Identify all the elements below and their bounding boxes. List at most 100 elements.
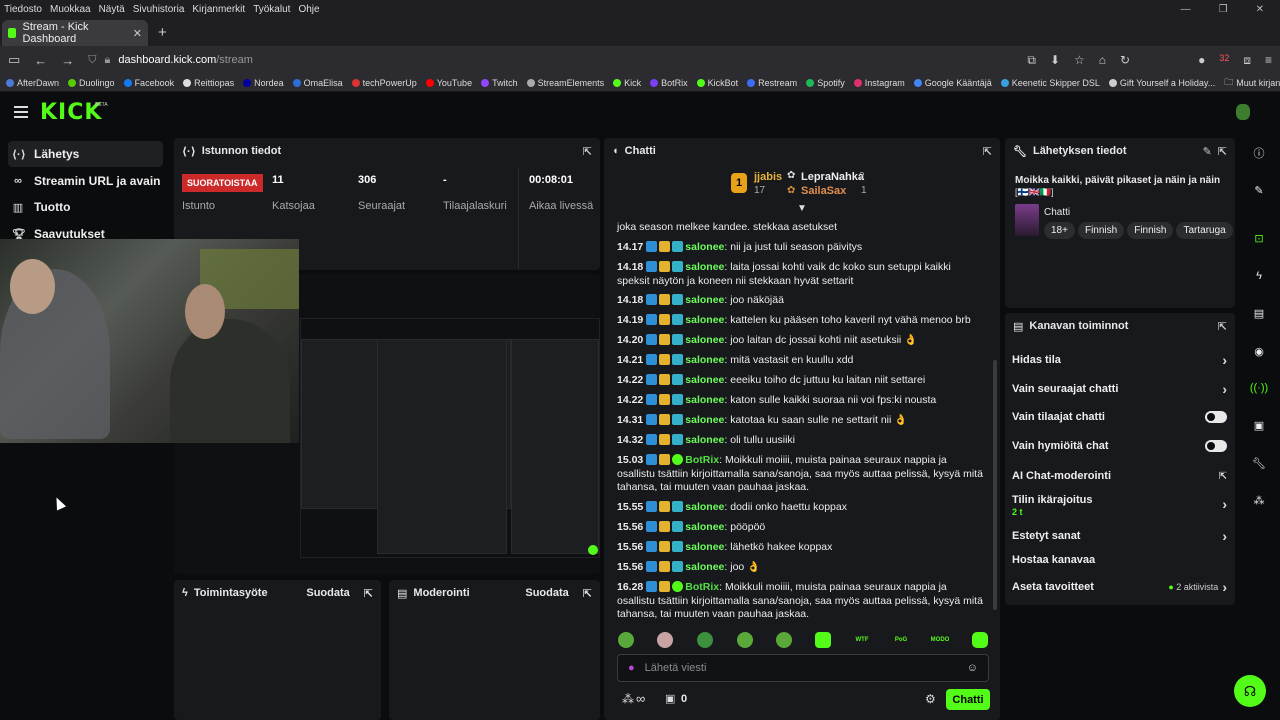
account-icon[interactable]: ● bbox=[1198, 53, 1205, 68]
hamburger-menu-icon[interactable] bbox=[14, 106, 28, 118]
tag-pill[interactable]: 18+ bbox=[1044, 222, 1075, 239]
followers-only-row[interactable]: Vain seuraajat chatti › bbox=[1012, 381, 1227, 397]
bookmark-streamelements[interactable]: StreamElements bbox=[526, 78, 604, 88]
tag-pill[interactable]: Tartaruga bbox=[1176, 222, 1233, 239]
reload-icon[interactable]: ↻ bbox=[1120, 53, 1130, 68]
forward-icon[interactable]: → bbox=[61, 53, 74, 68]
wrench-icon[interactable]: 🔧︎ bbox=[1247, 451, 1271, 475]
share-icon[interactable]: ⁂ bbox=[1247, 488, 1271, 512]
popout-icon[interactable]: ⇱ bbox=[1218, 320, 1227, 333]
ai-moderation-row[interactable]: AI Chat-moderointi ⇱ bbox=[1012, 470, 1227, 482]
send-chat-button[interactable]: Chatti bbox=[946, 689, 990, 710]
extension-badge[interactable]: 32 bbox=[1219, 53, 1229, 68]
bookmark-techpowerup[interactable]: techPowerUp bbox=[351, 78, 417, 88]
close-window-icon[interactable]: ✕ bbox=[1252, 4, 1268, 15]
moderation-filter-button[interactable]: Suodata bbox=[525, 587, 568, 599]
menu-view[interactable]: Näytä bbox=[95, 4, 129, 15]
emote-pepe-icon[interactable] bbox=[737, 632, 753, 648]
emote-modo-icon[interactable]: MODO bbox=[931, 632, 950, 648]
activity-filter-button[interactable]: Suodata bbox=[306, 587, 349, 599]
info-icon[interactable]: ⓘ bbox=[1247, 141, 1271, 165]
menu-bookmarks[interactable]: Kirjanmerkit bbox=[188, 4, 249, 15]
close-tab-icon[interactable]: ✕ bbox=[133, 27, 142, 40]
bookmark-nordea[interactable]: Nordea bbox=[243, 78, 284, 88]
other-bookmarks[interactable]: 🗀Muut kirjanmerkit bbox=[1224, 75, 1280, 91]
bookmark-gift[interactable]: Gift Yourself a Holiday... bbox=[1108, 78, 1215, 88]
bookmark-instagram[interactable]: Instagram bbox=[853, 78, 905, 88]
minimize-icon[interactable]: — bbox=[1177, 4, 1195, 15]
sidebar-item-stream-url[interactable]: ∞ Streamin URL ja avain bbox=[8, 168, 163, 194]
popout-icon[interactable]: ⇱ bbox=[583, 145, 592, 158]
users-icon[interactable]: ⁂ bbox=[622, 692, 634, 706]
broadcast-signal-icon[interactable]: ((·)) bbox=[1247, 376, 1271, 400]
bookmark-spotify[interactable]: Spotify bbox=[806, 78, 845, 88]
popout-icon[interactable]: ⇱ bbox=[983, 145, 992, 158]
bookmark-duolingo[interactable]: Duolingo bbox=[68, 78, 115, 88]
popout-icon[interactable]: ⇱ bbox=[583, 587, 592, 600]
edit-icon[interactable]: ✎ bbox=[1247, 178, 1271, 202]
leader-1-name[interactable]: jjabis bbox=[754, 171, 782, 183]
set-goals-row[interactable]: Aseta tavoitteet ● 2 aktiivista › bbox=[1012, 579, 1227, 595]
kick-logo[interactable]: KICK bbox=[40, 100, 102, 125]
menu-help[interactable]: Ohje bbox=[294, 4, 323, 15]
emote-pepe-sad-icon[interactable] bbox=[776, 632, 792, 648]
emote-only-toggle[interactable] bbox=[1205, 440, 1227, 452]
pinned-arrow-icon[interactable]: ▼ bbox=[797, 203, 807, 214]
bookmark-omaelisa[interactable]: OmaElisa bbox=[292, 78, 343, 88]
subscribers-only-toggle[interactable] bbox=[1205, 411, 1227, 423]
leader-3-name[interactable]: SailaSax bbox=[801, 185, 846, 197]
bookmark-botrix[interactable]: BotRix bbox=[650, 78, 688, 88]
emote-kick-icon[interactable] bbox=[815, 632, 831, 648]
new-tab-icon[interactable]: + bbox=[158, 20, 167, 46]
menu-tools[interactable]: Työkalut bbox=[249, 4, 294, 15]
bookmark-keenetic[interactable]: Keenetic Skipper DSL bbox=[1000, 78, 1100, 88]
back-icon[interactable]: ← bbox=[34, 53, 47, 68]
blocked-words-row[interactable]: Estetyt sanat › bbox=[1012, 528, 1227, 544]
emote-pog-icon[interactable]: PoG bbox=[893, 632, 909, 648]
host-channel-row[interactable]: Hostaa kanavaa bbox=[1012, 554, 1227, 566]
chat-bubble-icon[interactable]: ◉ bbox=[1247, 339, 1271, 363]
tag-pill[interactable]: Finnish bbox=[1127, 222, 1174, 239]
bookmark-google-translate[interactable]: Google Kääntäjä bbox=[913, 78, 992, 88]
browser-tab[interactable]: Stream - Kick Dashboard ✕ bbox=[2, 20, 148, 46]
bookmark-twitch[interactable]: Twitch bbox=[481, 78, 518, 88]
menu-history[interactable]: Sivuhistoria bbox=[129, 4, 189, 15]
restore-icon[interactable]: ❐ bbox=[1215, 4, 1232, 15]
emote-kick-face-icon[interactable] bbox=[972, 632, 988, 648]
bookmark-afterdawn[interactable]: AfterDawn bbox=[6, 78, 59, 88]
sidebar-item-revenue[interactable]: ▥ Tuotto bbox=[8, 194, 163, 220]
leader-2-name[interactable]: LepraNahka bbox=[801, 171, 864, 183]
emote-face-icon[interactable] bbox=[657, 632, 673, 648]
emote-dance-icon[interactable] bbox=[697, 632, 713, 648]
user-avatar[interactable] bbox=[1236, 104, 1250, 120]
lightning-icon[interactable]: ϟ bbox=[1247, 264, 1271, 288]
emote-frog-icon[interactable] bbox=[618, 632, 634, 648]
star-icon[interactable]: ☆ bbox=[1074, 53, 1085, 68]
category-name[interactable]: Chatti bbox=[1044, 207, 1070, 218]
chat-scrollbar[interactable] bbox=[993, 360, 997, 610]
chat-input[interactable]: ● Lähetä viesti ☺ bbox=[617, 654, 989, 682]
address-bar[interactable]: ⛉ 🔒︎ dashboard.kick.com/stream bbox=[88, 54, 1013, 67]
menu-icon[interactable]: ≡ bbox=[1265, 53, 1272, 68]
emote-wtf-icon[interactable]: WTF bbox=[854, 632, 870, 648]
tag-pill[interactable]: Finnish bbox=[1077, 222, 1125, 239]
menu-file[interactable]: Tiedosto bbox=[0, 4, 46, 15]
edit-icon[interactable]: ✎ bbox=[1203, 145, 1212, 158]
chat-settings-icon[interactable]: ⚙ bbox=[925, 692, 936, 706]
popout-icon[interactable]: ⇱ bbox=[364, 587, 373, 600]
save-icon[interactable]: ⬇ bbox=[1050, 53, 1060, 68]
home-icon[interactable]: ⌂ bbox=[1099, 53, 1106, 68]
popout-icon[interactable]: ⇱ bbox=[1218, 145, 1227, 158]
sidebar-item-broadcast[interactable]: ⟨·⟩ Lähetys bbox=[8, 141, 163, 167]
slow-mode-row[interactable]: Hidas tila › bbox=[1012, 352, 1227, 368]
document-icon[interactable]: ▤ bbox=[1247, 301, 1271, 325]
help-chat-icon[interactable]: ☊ bbox=[1234, 675, 1266, 707]
archive-icon[interactable]: ▣ bbox=[1247, 413, 1271, 437]
bookmark-kick[interactable]: Kick bbox=[613, 78, 641, 88]
bookmark-reittiopas[interactable]: Reittiopas bbox=[183, 78, 234, 88]
age-restriction-row[interactable]: Tilin ikärajoitus 2 t › bbox=[1012, 494, 1227, 517]
bookmark-restream[interactable]: Restream bbox=[747, 78, 797, 88]
bookmark-kickbot[interactable]: KickBot bbox=[696, 78, 738, 88]
extensions-icon[interactable]: ⧈ bbox=[1243, 53, 1251, 68]
sidebar-toggle-icon[interactable]: ▭ bbox=[8, 52, 20, 68]
